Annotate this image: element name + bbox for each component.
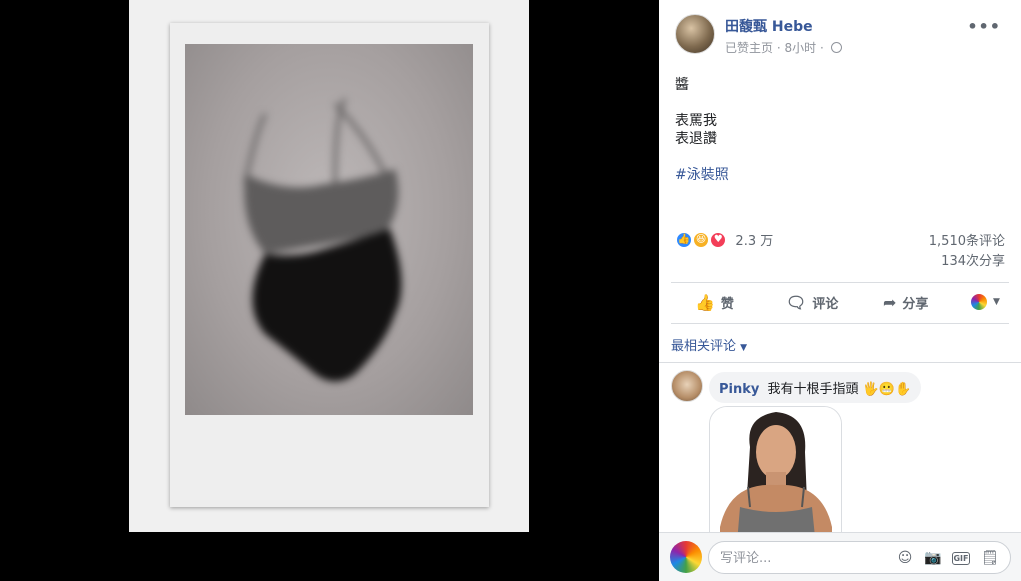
divider bbox=[659, 362, 1021, 363]
meta-separator: · bbox=[819, 41, 824, 55]
post-meta: 已赞主页 · 8小时 · bbox=[725, 39, 842, 56]
comment-emojis: 🖐😬✋ bbox=[862, 382, 912, 397]
comment-sort-dropdown[interactable]: 最相关评论 ▼ bbox=[671, 335, 747, 354]
comment-text: 我有十根手指頭 bbox=[767, 382, 859, 397]
comment-label: 评论 bbox=[812, 296, 839, 312]
reaction-count[interactable]: 2.3 万 bbox=[735, 230, 773, 249]
hashtag-link[interactable]: #泳裝照 bbox=[675, 166, 729, 184]
reaction-summary[interactable]: 👍 😆 ♥ 2.3 万 bbox=[675, 230, 773, 250]
like-reaction-icon: 👍 bbox=[675, 230, 693, 249]
comment-composer: ☺ 📷 GIF 🗒 bbox=[659, 533, 1021, 581]
sticker-icon[interactable]: 🗒 bbox=[981, 549, 999, 567]
thumbs-up-icon: 👍 bbox=[695, 292, 715, 312]
like-button[interactable]: 👍 赞 bbox=[695, 285, 734, 319]
post-stats: 1,510条评论 134次分享 bbox=[929, 232, 1005, 272]
comment-button[interactable]: 🗨 评论 bbox=[786, 285, 838, 319]
post-line: 表退讚 bbox=[675, 131, 717, 147]
divider bbox=[671, 282, 1009, 283]
post-timestamp[interactable]: 8小时 bbox=[785, 41, 817, 55]
profile-selector-button[interactable]: ▼ bbox=[971, 285, 1005, 319]
post-header: 田馥甄 Hebe 已赞主页 · 8小时 · ••• bbox=[675, 14, 1009, 56]
author-name[interactable]: 田馥甄 Hebe bbox=[725, 16, 813, 36]
liked-page-label: 已赞主页 bbox=[725, 41, 774, 55]
profile-avatar-icon bbox=[971, 294, 987, 310]
divider bbox=[671, 323, 1009, 324]
photo-viewer bbox=[0, 0, 659, 581]
share-count[interactable]: 134次分享 bbox=[929, 252, 1005, 272]
author-avatar[interactable] bbox=[675, 14, 715, 54]
globe-icon[interactable] bbox=[830, 42, 842, 53]
comment-bubble: Pinky 我有十根手指頭 🖐😬✋ bbox=[709, 372, 922, 403]
post-line: 醬 bbox=[675, 77, 689, 93]
more-options-icon[interactable]: ••• bbox=[967, 17, 1001, 36]
like-label: 赞 bbox=[720, 296, 734, 312]
post-text: 醬 表罵我 表退讚 #泳裝照 bbox=[675, 76, 729, 184]
camera-icon[interactable]: 📷 bbox=[924, 549, 942, 567]
gif-icon[interactable]: GIF bbox=[952, 552, 970, 565]
post-line: 表罵我 bbox=[675, 113, 717, 129]
caret-down-icon: ▼ bbox=[993, 297, 1000, 307]
emoji-icon[interactable]: ☺ bbox=[896, 549, 914, 567]
love-reaction-icon: ♥ bbox=[709, 230, 728, 249]
haha-reaction-icon: 😆 bbox=[692, 230, 711, 249]
caret-down-icon: ▼ bbox=[740, 343, 748, 353]
comment-input-box[interactable]: ☺ 📷 GIF 🗒 bbox=[708, 541, 1011, 574]
speech-bubble-icon: 🗨 bbox=[786, 292, 807, 312]
comment-input[interactable] bbox=[720, 548, 880, 568]
commenter-avatar[interactable] bbox=[671, 370, 703, 402]
share-button[interactable]: ➦ 分享 bbox=[883, 285, 928, 319]
comment-count[interactable]: 1,510条评论 bbox=[929, 232, 1005, 252]
meta-separator: · bbox=[776, 41, 781, 55]
share-arrow-icon: ➦ bbox=[883, 292, 897, 312]
post-photo[interactable] bbox=[185, 44, 473, 415]
share-label: 分享 bbox=[902, 296, 929, 312]
action-bar: 👍 赞 🗨 评论 ➦ 分享 ▼ bbox=[671, 285, 1009, 319]
my-avatar[interactable] bbox=[670, 541, 702, 573]
post-panel: 田馥甄 Hebe 已赞主页 · 8小时 · ••• 醬 表罵我 表退讚 #泳裝照… bbox=[659, 0, 1021, 581]
polaroid-frame[interactable] bbox=[170, 23, 489, 507]
comment-sort-label: 最相关评论 bbox=[671, 339, 737, 354]
commenter-name[interactable]: Pinky bbox=[719, 382, 759, 397]
